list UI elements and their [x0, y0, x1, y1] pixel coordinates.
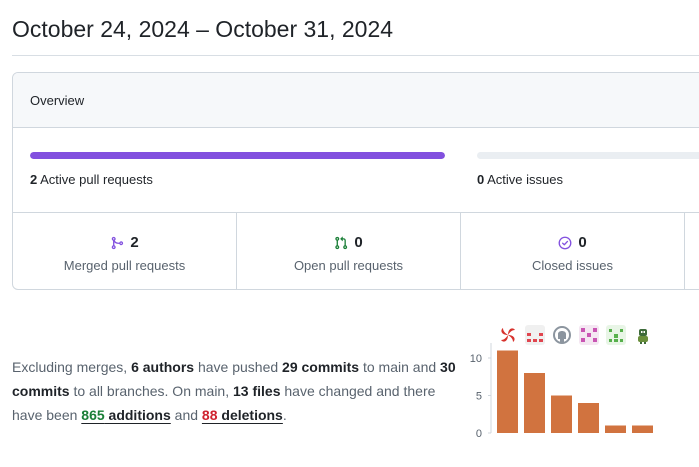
active-pull-requests-link[interactable]: 2 Active pull requests [30, 172, 153, 187]
commit-bar-author-1[interactable] [497, 350, 518, 434]
pinwheel-avatar-icon[interactable] [498, 325, 518, 345]
summary-text-1: Excluding merges, [12, 359, 132, 375]
active-issues-count: 0 [477, 172, 485, 187]
pull-requests-progress-bar[interactable] [30, 152, 445, 159]
commit-bar-author-6[interactable] [632, 425, 653, 434]
y-tick-label: 5 [476, 391, 482, 403]
github-avatar-icon[interactable] [552, 325, 572, 345]
deletions-count: 88 [201, 407, 218, 423]
new-issues-stat[interactable] [684, 213, 699, 289]
commit-bar-author-2[interactable] [524, 373, 545, 433]
overview-title: Overview [30, 93, 85, 108]
y-tick-label: 10 [470, 353, 482, 365]
summary-text-2: have pushed [194, 359, 283, 375]
commit-bar-author-4[interactable] [578, 403, 599, 433]
files-count: 13 files [233, 383, 281, 399]
title-divider [12, 55, 699, 56]
commits-main-count: 29 commits [282, 359, 360, 375]
active-pull-requests-count: 2 [30, 172, 38, 187]
summary-text-6: and [170, 407, 202, 423]
summary-text-7: . [282, 407, 287, 423]
overview-stats-row: 2 Merged pull requests 0 Open pull reque… [13, 212, 699, 289]
pixel-avatar-green-icon[interactable] [606, 325, 626, 345]
issues-progress-bar[interactable] [477, 152, 699, 159]
open-pull-requests-label: Open pull requests [293, 258, 404, 273]
additions-label: additions [104, 407, 171, 423]
commit-bar-author-3[interactable] [551, 395, 572, 434]
commit-bar-author-5[interactable] [605, 425, 626, 434]
pull-requests-progress-fill [30, 152, 445, 159]
period-title: October 24, 2024 – October 31, 2024 [12, 16, 394, 42]
commit-summary: Excluding merges, 6 authors have pushed … [12, 355, 460, 427]
additions-link[interactable]: 865 additions [81, 407, 170, 423]
pixel-avatar-pink-icon[interactable] [579, 325, 599, 345]
robot-avatar-icon[interactable] [633, 325, 653, 345]
git-merge-icon [112, 236, 124, 249]
y-tick-label: 0 [476, 428, 482, 440]
active-issues-label: Active issues [487, 172, 564, 187]
closed-issues-count: 0 [578, 234, 587, 251]
active-issues-link[interactable]: 0 Active issues [477, 172, 563, 187]
active-pull-requests-label: Active pull requests [40, 172, 153, 187]
commits-by-author-chart: 0 5 10 [460, 325, 699, 467]
open-pull-requests-count: 0 [354, 234, 363, 251]
summary-text-3: to main and [359, 359, 441, 375]
overview-header: Overview [13, 73, 699, 128]
deletions-link[interactable]: 88 deletions [202, 407, 283, 423]
overview-panel: Overview 2 Active pull requests 0 Active… [12, 72, 699, 290]
closed-issues-label: Closed issues [532, 258, 613, 273]
issue-closed-icon [558, 236, 572, 249]
merged-pull-requests-count: 2 [130, 234, 139, 251]
closed-issues-stat[interactable]: 0 Closed issues [460, 213, 684, 289]
open-pull-requests-stat[interactable]: 0 Open pull requests [236, 213, 460, 289]
additions-count: 865 [81, 407, 105, 423]
summary-text-4: to all branches. On main, [69, 383, 233, 399]
merged-pull-requests-stat[interactable]: 2 Merged pull requests [13, 213, 236, 289]
pixel-avatar-red-icon[interactable] [525, 325, 545, 345]
merged-pull-requests-label: Merged pull requests [63, 258, 186, 273]
pulse-page: October 24, 2024 – October 31, 2024 Over… [0, 0, 699, 467]
git-pull-request-icon [335, 236, 348, 249]
commits-chart-svg: 0 5 10 [470, 343, 653, 440]
deletions-label: deletions [217, 407, 283, 423]
authors-count: 6 authors [131, 359, 195, 375]
